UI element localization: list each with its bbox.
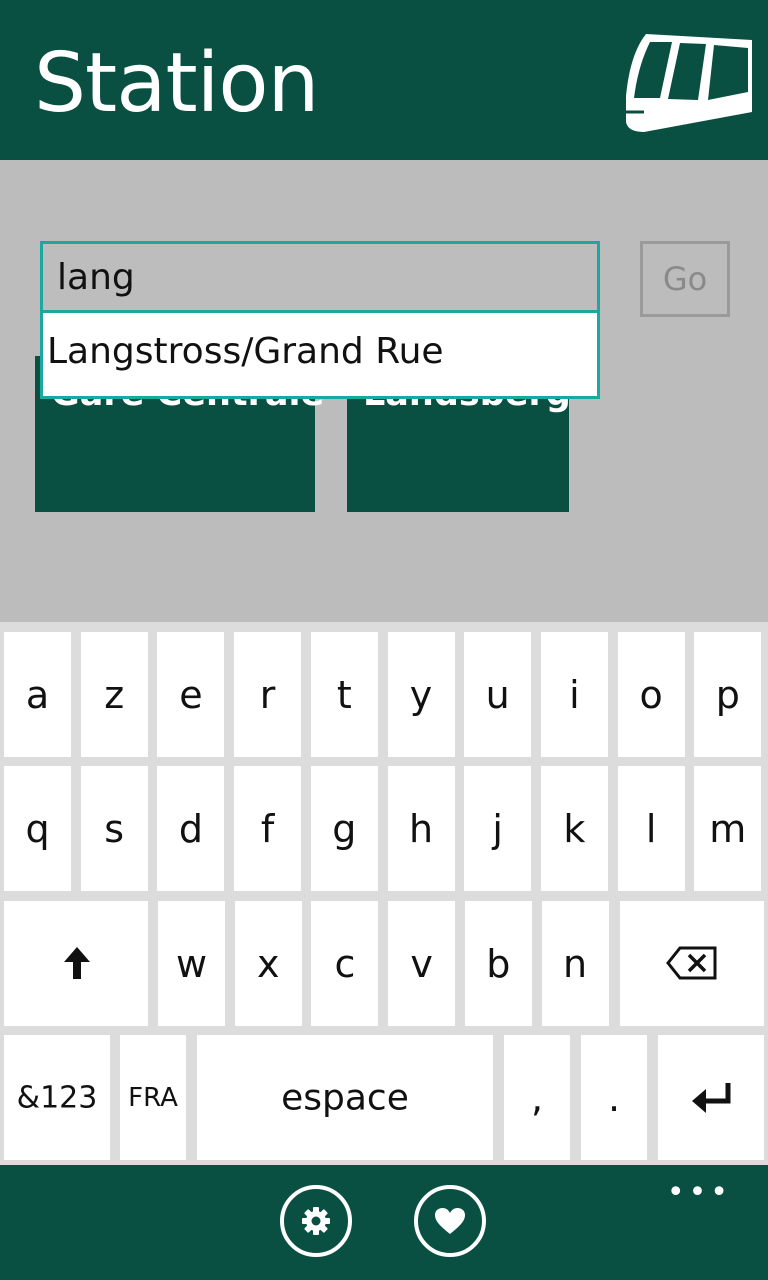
settings-button[interactable]	[280, 1185, 352, 1257]
on-screen-keyboard: a z e r t y u i o p q s d f g h j k l m w x c v b n &123 FRA es…	[0, 622, 768, 1165]
key-label: b	[486, 941, 511, 986]
suggestion-label: Langstross/Grand Rue	[47, 331, 444, 372]
go-button[interactable]: Go	[640, 241, 730, 317]
key-w[interactable]: w	[158, 901, 225, 1026]
key-label: e	[179, 672, 203, 717]
language-key-label: FRA	[128, 1082, 178, 1113]
key-label: c	[334, 941, 356, 986]
key-label: g	[332, 806, 357, 851]
key-label: j	[492, 806, 503, 851]
key-x[interactable]: x	[234, 901, 302, 1026]
comma-key[interactable]: ,	[504, 1035, 570, 1160]
key-n[interactable]: n	[541, 901, 609, 1026]
key-label: n	[562, 941, 588, 986]
key-q[interactable]: q	[4, 766, 71, 891]
enter-icon	[692, 1083, 731, 1113]
key-label: z	[104, 672, 125, 717]
key-label: q	[25, 806, 50, 851]
comma-key-label: ,	[530, 1075, 544, 1120]
backspace-icon	[666, 946, 717, 980]
key-o[interactable]: o	[617, 632, 685, 757]
key-v[interactable]: v	[388, 901, 456, 1026]
key-b[interactable]: b	[464, 901, 532, 1026]
app-header: Station	[0, 0, 768, 160]
key-e[interactable]: e	[157, 632, 225, 757]
key-p[interactable]: p	[694, 632, 762, 757]
period-key-label: .	[607, 1075, 621, 1120]
key-t[interactable]: t	[310, 632, 378, 757]
space-key[interactable]: espace	[197, 1035, 493, 1160]
key-label: u	[485, 672, 510, 717]
key-label: v	[410, 941, 433, 986]
key-m[interactable]: m	[694, 766, 762, 891]
more-options-button[interactable]: •••	[667, 1175, 732, 1210]
key-j[interactable]: j	[464, 766, 532, 891]
period-key[interactable]: .	[581, 1035, 647, 1160]
key-label: d	[178, 806, 203, 851]
key-a[interactable]: a	[4, 632, 71, 757]
favorites-button[interactable]	[414, 1185, 486, 1257]
key-s[interactable]: s	[80, 766, 148, 891]
key-r[interactable]: r	[234, 632, 302, 757]
space-key-label: espace	[281, 1077, 409, 1118]
key-label: i	[569, 672, 580, 717]
station-search-input[interactable]	[40, 241, 600, 313]
key-d[interactable]: d	[157, 766, 225, 891]
gear-icon	[302, 1207, 330, 1235]
key-i[interactable]: i	[540, 632, 608, 757]
language-key[interactable]: FRA	[120, 1035, 186, 1160]
key-f[interactable]: f	[234, 766, 302, 891]
key-y[interactable]: y	[387, 632, 455, 757]
key-z[interactable]: z	[80, 632, 148, 757]
tram-icon	[626, 34, 752, 132]
key-label: s	[104, 806, 125, 851]
key-label: p	[715, 672, 740, 717]
key-label: k	[563, 806, 586, 851]
key-label: a	[25, 672, 50, 717]
key-c[interactable]: c	[311, 901, 379, 1026]
key-label: x	[256, 941, 280, 986]
key-label: w	[175, 941, 208, 986]
key-u[interactable]: u	[464, 632, 532, 757]
enter-key[interactable]	[658, 1035, 764, 1160]
key-k[interactable]: k	[540, 766, 608, 891]
shift-key[interactable]	[4, 901, 148, 1026]
backspace-key[interactable]	[620, 901, 764, 1026]
key-label: m	[709, 806, 747, 851]
key-l[interactable]: l	[617, 766, 685, 891]
key-g[interactable]: g	[310, 766, 378, 891]
key-label: o	[639, 672, 663, 717]
numbers-key[interactable]: &123	[4, 1035, 110, 1160]
heart-icon	[435, 1208, 465, 1234]
suggestion-item[interactable]: Langstross/Grand Rue	[40, 313, 600, 399]
page-title: Station	[34, 36, 320, 131]
key-label: h	[408, 806, 434, 851]
key-label: r	[259, 672, 276, 717]
arrow-up-icon	[64, 947, 90, 979]
key-label: l	[645, 806, 657, 851]
app-bar: •••	[0, 1165, 768, 1280]
key-label: t	[336, 672, 352, 717]
key-label: f	[260, 806, 275, 851]
key-label: y	[409, 672, 433, 717]
key-h[interactable]: h	[387, 766, 455, 891]
numbers-key-label: &123	[16, 1080, 98, 1115]
